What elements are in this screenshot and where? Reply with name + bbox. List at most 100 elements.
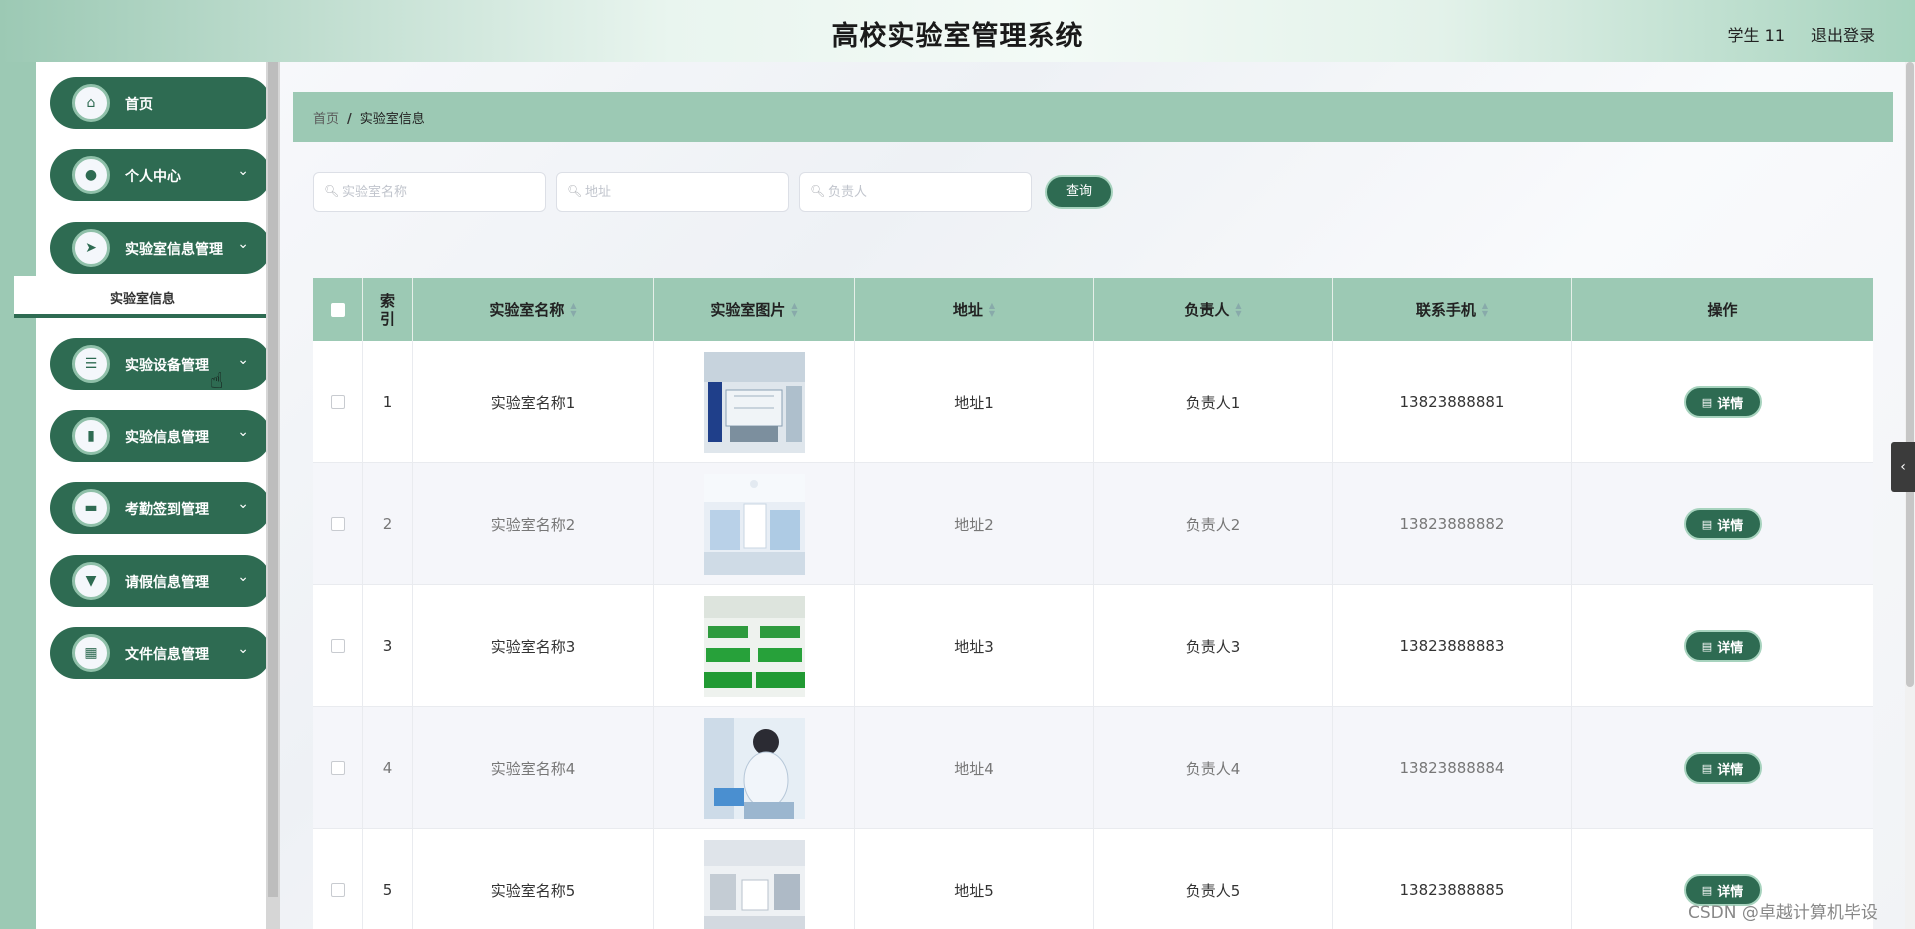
lab-name-input[interactable] <box>342 181 537 203</box>
submenu-lab-info[interactable]: 实验室信息 <box>14 276 271 318</box>
sidebar-item-personal-center[interactable]: ● 个人中心 ⌄ <box>50 149 271 201</box>
logout-link[interactable]: 退出登录 <box>1811 22 1875 46</box>
row-checkbox[interactable] <box>330 883 345 897</box>
detail-button[interactable]: ▤ 详情 <box>1683 630 1762 662</box>
search-icon: 🔍︎ <box>324 184 340 198</box>
sort-icon[interactable]: ▲ ▼ <box>791 301 797 318</box>
col-phone[interactable]: 联系手机 ▲ ▼ <box>1333 278 1572 341</box>
user-icon: ● <box>72 156 110 194</box>
page-scrollbar-thumb[interactable] <box>1906 62 1914 687</box>
manager-input[interactable] <box>828 181 1023 203</box>
lab-photo-4 <box>703 717 805 819</box>
sidebar-item-label: 请假信息管理 <box>125 575 209 591</box>
sidebar-item-label: 考勤签到管理 <box>125 502 209 518</box>
search-lab-name[interactable]: 🔍︎ <box>313 172 546 212</box>
sidebar-scrollbar-thumb[interactable] <box>268 62 278 897</box>
sidebar-item-label: 个人中心 <box>125 169 181 185</box>
document-icon: ▤ <box>1701 517 1713 531</box>
sidebar-item-experiment-info-mgmt[interactable]: ▮ 实验信息管理 ⌄ <box>50 410 271 462</box>
document-icon: ▤ <box>1701 639 1713 653</box>
cell-name: 实验室名称5 <box>413 829 654 929</box>
col-manager[interactable]: 负责人 ▲ ▼ <box>1094 278 1333 341</box>
sidebar-item-lab-info-mgmt[interactable]: ➤ 实验室信息管理 ⌄ <box>50 222 271 274</box>
col-address-label: 地址 <box>952 301 983 319</box>
select-all-cell <box>313 278 363 341</box>
cell-index: 3 <box>363 585 413 707</box>
col-name-label: 实验室名称 <box>489 301 565 319</box>
row-checkbox[interactable] <box>330 517 345 531</box>
cell-index: 4 <box>363 707 413 829</box>
sort-icon[interactable]: ▲ ▼ <box>570 301 576 318</box>
col-manager-label: 负责人 <box>1184 301 1230 319</box>
current-user: 学生 11 <box>1727 26 1785 45</box>
chevron-down-icon: ⌄ <box>237 163 249 179</box>
sort-icon[interactable]: ▲ ▼ <box>1482 301 1488 318</box>
top-header: 高校实验室管理系统 学生 11 退出登录 <box>0 0 1915 62</box>
lab-photo-3 <box>703 595 805 697</box>
row-checkbox[interactable] <box>330 639 345 653</box>
sidebar-item-equipment-mgmt[interactable]: ☰ 实验设备管理 ⌄ <box>50 338 271 390</box>
col-address[interactable]: 地址 ▲ ▼ <box>855 278 1094 341</box>
sidebar-item-home[interactable]: ⌂ 首页 <box>50 77 271 129</box>
col-phone-label: 联系手机 <box>1415 301 1476 319</box>
cell-phone: 13823888884 <box>1333 707 1572 829</box>
search-address[interactable]: 🔍︎ <box>556 172 789 212</box>
cell-manager: 负责人2 <box>1094 463 1333 585</box>
cell-action: ▤ 详情 <box>1572 585 1873 707</box>
col-name[interactable]: 实验室名称 ▲ ▼ <box>413 278 654 341</box>
detail-button-label: 详情 <box>1717 640 1744 656</box>
sort-icon[interactable]: ▲ ▼ <box>1235 301 1241 318</box>
sidebar-item-attendance-mgmt[interactable]: ▬ 考勤签到管理 ⌄ <box>50 482 271 534</box>
watermark: CSDN @卓越计算机毕设 <box>1688 903 1878 923</box>
cell-name: 实验室名称4 <box>413 707 654 829</box>
detail-button[interactable]: ▤ 详情 <box>1683 508 1762 540</box>
table-row: 2 实验室名称2 地址2 负责人2 13823888882 ▤ 详情 <box>313 463 1873 585</box>
cell-action: ▤ 详情 <box>1572 707 1873 829</box>
sidebar-item-label: 实验信息管理 <box>125 430 209 446</box>
detail-button[interactable]: ▤ 详情 <box>1683 752 1762 784</box>
lab-photo-5 <box>703 839 805 929</box>
table-row: 1 实验室名称1 地址1 负责人1 13823888881 ▤ 详情 <box>313 341 1873 463</box>
col-image[interactable]: 实验室图片 ▲ ▼ <box>654 278 855 341</box>
cell-index: 1 <box>363 341 413 463</box>
sidebar: ⌂ 首页 ● 个人中心 ⌄ ➤ 实验室信息管理 ⌄ 实验室信息 ☰ 实验设备管理… <box>14 62 271 929</box>
address-input[interactable] <box>585 181 780 203</box>
lab-image <box>703 595 805 697</box>
cell-phone: 13823888883 <box>1333 585 1572 707</box>
cell-address: 地址1 <box>855 341 1094 463</box>
lab-image <box>703 473 805 575</box>
row-checkbox[interactable] <box>330 761 345 775</box>
page-scrollbar[interactable] <box>1905 62 1915 929</box>
sidebar-item-leave-mgmt[interactable]: ▼ 请假信息管理 ⌄ <box>50 555 271 607</box>
table-row: 4 实验室名称4 地址4 负责人4 13823888884 ▤ 详情 <box>313 707 1873 829</box>
row-select-cell <box>313 463 363 585</box>
sidebar-scrollbar[interactable] <box>266 62 280 929</box>
sort-icon[interactable]: ▲ ▼ <box>989 301 995 318</box>
cell-phone: 13823888885 <box>1333 829 1572 929</box>
cell-name: 实验室名称2 <box>413 463 654 585</box>
detail-button[interactable]: ▤ 详情 <box>1683 386 1762 418</box>
mouse-cursor-icon: ☝ <box>210 369 224 394</box>
home-icon: ⌂ <box>72 84 110 122</box>
col-image-label: 实验室图片 <box>710 301 786 319</box>
row-select-cell <box>313 707 363 829</box>
detail-button-label: 详情 <box>1717 884 1744 900</box>
query-button[interactable]: 查询 <box>1045 175 1113 209</box>
calendar-icon: ▬ <box>72 489 110 527</box>
sidebar-item-file-mgmt[interactable]: ▦ 文件信息管理 ⌄ <box>50 627 271 679</box>
select-all-checkbox[interactable] <box>330 302 345 317</box>
collapse-panel-tab[interactable]: ‹ <box>1891 442 1915 492</box>
sidebar-item-label: 文件信息管理 <box>125 647 209 663</box>
table-row: 5 实验室名称5 地址5 负责人5 13823888885 ▤ 详情 <box>313 829 1873 929</box>
cell-index: 2 <box>363 463 413 585</box>
bar-chart-icon: ▮ <box>72 417 110 455</box>
send-icon: ➤ <box>72 229 110 267</box>
row-checkbox[interactable] <box>330 395 345 409</box>
card-icon: ▼ <box>72 562 110 600</box>
breadcrumb-home[interactable]: 首页 <box>313 112 339 127</box>
cell-phone: 13823888881 <box>1333 341 1572 463</box>
cell-image <box>654 585 855 707</box>
cell-manager: 负责人3 <box>1094 585 1333 707</box>
document-icon: ▤ <box>1701 395 1713 409</box>
search-manager[interactable]: 🔍︎ <box>799 172 1032 212</box>
